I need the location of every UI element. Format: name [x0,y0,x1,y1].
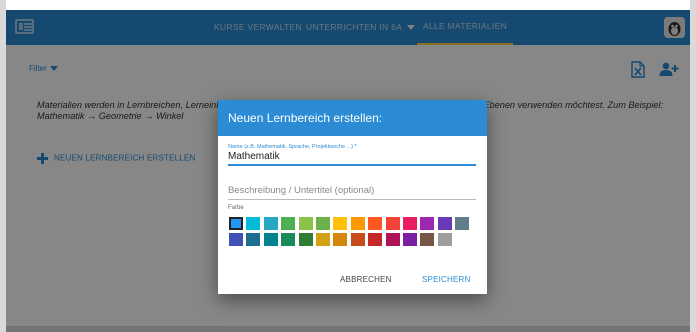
color-swatch[interactable] [246,233,261,246]
color-swatch[interactable] [455,217,470,230]
dialog-title: Neuen Lernbereich erstellen: [218,100,487,136]
color-swatch[interactable] [368,217,383,230]
color-row [229,233,475,246]
color-swatch[interactable] [315,233,330,246]
color-swatch[interactable] [229,217,243,230]
color-swatch[interactable] [350,217,365,230]
color-swatch[interactable] [333,233,348,246]
color-swatch[interactable] [420,233,435,246]
color-swatch[interactable] [315,217,330,230]
color-swatch[interactable] [350,233,365,246]
color-swatch[interactable] [281,217,296,230]
name-field-underline [228,164,476,166]
create-lernbereich-dialog: Neuen Lernbereich erstellen: Name (z.B. … [218,100,487,294]
color-swatch[interactable] [402,217,417,230]
color-swatch[interactable] [368,233,383,246]
color-swatch[interactable] [437,233,452,246]
color-swatch[interactable] [298,233,313,246]
name-field[interactable]: Name (z.B. Mathematik, Sprache, Projektw… [228,144,476,166]
color-swatch[interactable] [281,233,296,246]
name-input[interactable]: Mathematik [228,151,476,162]
color-label: Farbe [228,205,244,211]
save-button[interactable]: SPEICHERN [422,275,470,284]
color-swatch[interactable] [420,217,435,230]
color-swatch[interactable] [437,217,452,230]
color-swatch[interactable] [402,233,417,246]
color-swatch[interactable] [229,233,243,246]
color-swatch[interactable] [246,217,261,230]
description-input[interactable]: Beschreibung / Untertitel (optional) [228,185,476,196]
name-field-label: Name (z.B. Mathematik, Sprache, Projektw… [228,144,357,150]
color-swatch[interactable] [385,233,400,246]
description-field-underline [228,199,476,200]
color-swatch[interactable] [263,217,278,230]
color-row [229,217,475,230]
description-field[interactable]: Beschreibung / Untertitel (optional) [228,185,476,200]
cancel-button[interactable]: ABBRECHEN [340,275,392,284]
color-picker [229,217,475,249]
color-swatch[interactable] [333,217,348,230]
color-swatch[interactable] [298,217,313,230]
color-swatch[interactable] [385,217,400,230]
color-swatch[interactable] [263,233,278,246]
dialog-actions: ABBRECHEN SPEICHERN [218,275,487,287]
